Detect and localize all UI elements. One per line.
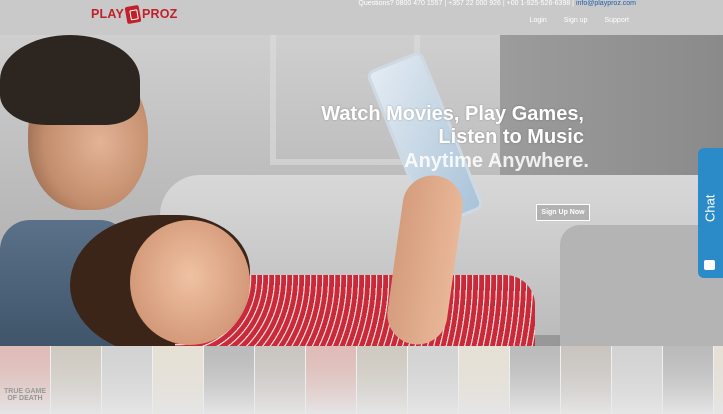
hero-banner: Watch Movies, Play Games, Listen to Musi… [0,35,723,346]
movie-poster[interactable] [51,346,102,414]
top-nav: Login Sign up Support [530,17,629,24]
movie-poster-title: TRUE GAME OF DEATH [4,388,46,402]
movie-poster[interactable] [204,346,255,414]
movie-poster[interactable] [510,346,561,414]
sign-up-now-button[interactable]: Sign Up Now [536,204,590,221]
logo-text-left: PLAY [91,7,124,21]
movie-poster[interactable] [612,346,663,414]
movie-poster[interactable] [255,346,306,414]
logo-icon [124,4,142,24]
support-link[interactable]: Support [604,17,629,24]
movie-poster[interactable] [561,346,612,414]
movie-poster[interactable] [153,346,204,414]
movie-poster[interactable] [357,346,408,414]
movie-poster[interactable] [663,346,714,414]
hero-woman-face [130,220,250,345]
logo[interactable]: PLAY PROZ [91,4,178,24]
movie-poster[interactable] [459,346,510,414]
contact-phones: Questions? 0800 470 1557 | +357 22 000 9… [358,0,575,7]
contact-info: Questions? 0800 470 1557 | +357 22 000 9… [358,0,636,7]
chat-label: Chat [702,194,718,222]
site-header: PLAY PROZ Questions? 0800 470 1557 | +35… [0,0,723,35]
hero-subline: Anytime Anywhere. [404,150,589,172]
movie-poster[interactable] [408,346,459,414]
hero-headline: Watch Movies, Play Games, Listen to Musi… [321,103,584,149]
movie-poster[interactable]: TRUE GAME OF DEATH [0,346,51,414]
chat-bubble-icon [704,260,715,270]
hero-headline-line2: Listen to Music [438,126,584,148]
contact-email-link[interactable]: info@playproz.com [576,0,636,7]
movie-poster[interactable] [306,346,357,414]
movie-poster[interactable] [714,346,723,414]
signup-link[interactable]: Sign up [564,17,588,24]
movie-poster-strip: TRUE GAME OF DEATH [0,346,723,414]
hero-headline-line1: Watch Movies, Play Games, [321,103,584,125]
logo-text-right: PROZ [142,7,178,21]
movie-poster[interactable] [102,346,153,414]
login-link[interactable]: Login [530,17,547,24]
chat-tab[interactable]: Chat [698,148,723,278]
hero-man-hair [0,35,140,125]
